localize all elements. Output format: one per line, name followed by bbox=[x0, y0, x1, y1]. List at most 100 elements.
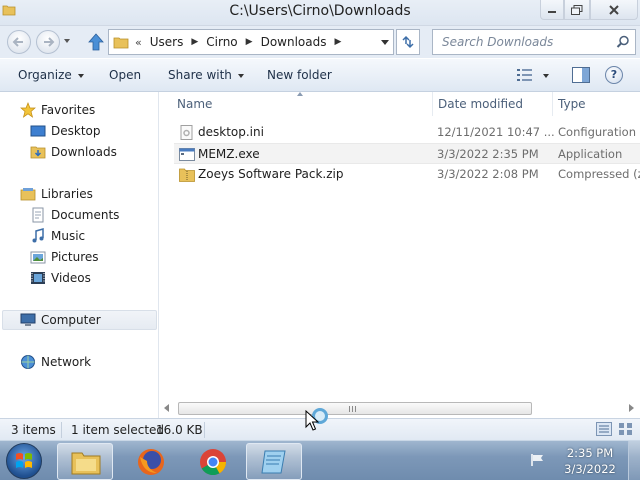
back-button[interactable] bbox=[7, 30, 31, 54]
column-date-modified[interactable]: Date modified bbox=[438, 97, 523, 111]
breadcrumb-overflow[interactable]: « bbox=[135, 36, 142, 49]
network-icon bbox=[21, 355, 35, 369]
nav-computer[interactable]: Computer bbox=[2, 310, 157, 330]
recent-pages-dropdown[interactable] bbox=[64, 39, 70, 43]
config-file-icon bbox=[180, 125, 193, 140]
taskbar-notepad[interactable] bbox=[246, 443, 302, 480]
taskbar-firefox[interactable] bbox=[122, 443, 178, 480]
nav-label: Documents bbox=[51, 208, 120, 222]
nav-label: Network bbox=[41, 355, 92, 369]
videos-icon bbox=[31, 272, 45, 284]
help-button[interactable]: ? bbox=[605, 66, 623, 84]
change-view-icon[interactable] bbox=[517, 68, 533, 82]
nav-music[interactable]: Music bbox=[0, 226, 157, 246]
action-center-flag-icon[interactable] bbox=[530, 453, 546, 467]
column-header: Name Date modified Type bbox=[160, 92, 640, 116]
search-input[interactable]: Search Downloads bbox=[432, 29, 636, 55]
details-view-icon[interactable] bbox=[596, 422, 612, 436]
nav-pictures[interactable]: Pictures bbox=[0, 247, 157, 267]
column-name[interactable]: Name bbox=[177, 97, 212, 111]
maximize-button[interactable] bbox=[564, 0, 590, 20]
taskbar-explorer[interactable] bbox=[57, 443, 113, 480]
file-list[interactable]: Name Date modified Type desktop.ini 12/1… bbox=[160, 92, 640, 418]
breadcrumb-separator-icon[interactable]: ▶ bbox=[246, 37, 253, 47]
nav-videos[interactable]: Videos bbox=[0, 268, 157, 288]
items-count: 3 items bbox=[11, 423, 56, 437]
large-icons-view-icon[interactable] bbox=[618, 422, 634, 436]
nav-label: Pictures bbox=[51, 250, 99, 264]
open-button[interactable]: Open bbox=[109, 68, 141, 82]
breadcrumb-downloads[interactable]: Downloads bbox=[261, 35, 327, 49]
nav-favorites[interactable]: Favorites bbox=[0, 100, 157, 120]
breadcrumb-cirno[interactable]: Cirno bbox=[206, 35, 237, 49]
refresh-icon bbox=[402, 35, 414, 49]
scroll-left-icon[interactable] bbox=[164, 404, 169, 412]
file-row[interactable]: desktop.ini 12/11/2021 10:47 ... Configu… bbox=[174, 122, 640, 143]
organize-menu[interactable]: Organize bbox=[18, 68, 84, 82]
forward-arrow-icon bbox=[44, 37, 55, 47]
nav-label: Favorites bbox=[41, 103, 96, 117]
star-icon bbox=[20, 102, 36, 118]
nav-label: Computer bbox=[41, 313, 101, 327]
organize-label: Organize bbox=[18, 68, 72, 82]
zip-folder-icon bbox=[179, 168, 195, 182]
close-icon bbox=[609, 4, 619, 15]
firefox-icon bbox=[138, 449, 164, 475]
breadcrumb-separator-icon[interactable]: ▶ bbox=[191, 37, 198, 47]
search-icon[interactable] bbox=[616, 35, 630, 49]
column-divider[interactable] bbox=[552, 92, 553, 116]
taskbar: 2:35 PM 3/3/2022 bbox=[0, 440, 640, 480]
taskbar-chrome[interactable] bbox=[184, 443, 240, 480]
nav-libraries[interactable]: Libraries bbox=[0, 184, 157, 204]
nav-downloads[interactable]: Downloads bbox=[0, 142, 157, 162]
file-type: Compressed (zi bbox=[558, 167, 640, 181]
system-clock[interactable]: 2:35 PM 3/3/2022 bbox=[560, 445, 620, 477]
file-row[interactable]: MEMZ.exe 3/3/2022 2:35 PM Application bbox=[174, 143, 640, 164]
file-date: 3/3/2022 2:35 PM bbox=[437, 147, 539, 161]
horizontal-scrollbar[interactable] bbox=[160, 400, 640, 417]
address-row: « Users ▶ Cirno ▶ Downloads ▶ Search Dow… bbox=[0, 26, 640, 58]
status-divider bbox=[61, 422, 62, 438]
restore-icon bbox=[571, 4, 583, 15]
start-button[interactable] bbox=[6, 443, 42, 479]
file-row[interactable]: Zoeys Software Pack.zip 3/3/2022 2:08 PM… bbox=[174, 164, 640, 185]
nav-label: Videos bbox=[51, 271, 91, 285]
column-divider[interactable] bbox=[432, 92, 433, 116]
sort-ascending-icon bbox=[297, 92, 303, 96]
caret-down-icon bbox=[237, 73, 244, 78]
title-bar[interactable]: C:\Users\Cirno\Downloads bbox=[0, 0, 640, 26]
grip-icon bbox=[349, 406, 357, 412]
notepad-icon bbox=[261, 450, 286, 474]
windows-logo-icon bbox=[16, 453, 32, 468]
share-with-menu[interactable]: Share with bbox=[168, 68, 244, 82]
preview-pane-icon[interactable] bbox=[572, 67, 590, 83]
minimize-button[interactable] bbox=[540, 0, 564, 20]
view-options-dropdown[interactable] bbox=[543, 74, 549, 78]
back-arrow-icon bbox=[12, 37, 23, 47]
scroll-right-icon[interactable] bbox=[629, 404, 634, 412]
column-type[interactable]: Type bbox=[558, 97, 586, 111]
new-folder-button[interactable]: New folder bbox=[267, 68, 332, 82]
address-bar[interactable]: « Users ▶ Cirno ▶ Downloads ▶ bbox=[108, 29, 394, 55]
refresh-button[interactable] bbox=[396, 29, 420, 55]
forward-button[interactable] bbox=[36, 30, 60, 54]
desktop-icon bbox=[30, 125, 46, 137]
scroll-thumb[interactable] bbox=[178, 402, 532, 415]
nav-network[interactable]: Network bbox=[0, 352, 157, 372]
computer-icon bbox=[20, 313, 36, 326]
close-button[interactable] bbox=[590, 0, 638, 20]
selected-count: 1 item selected bbox=[71, 423, 165, 437]
caret-down-icon bbox=[77, 73, 84, 78]
libraries-icon bbox=[20, 188, 36, 201]
documents-icon bbox=[32, 207, 44, 223]
up-arrow-icon[interactable] bbox=[86, 32, 106, 52]
nav-documents[interactable]: Documents bbox=[0, 205, 157, 225]
breadcrumb-users[interactable]: Users bbox=[150, 35, 184, 49]
nav-label: Music bbox=[51, 229, 86, 243]
breadcrumb-separator-icon[interactable]: ▶ bbox=[334, 37, 341, 47]
navigation-pane: Favorites Desktop Downloads Libraries Do… bbox=[0, 92, 159, 418]
nav-label: Desktop bbox=[51, 124, 101, 138]
address-history-dropdown[interactable] bbox=[381, 40, 389, 45]
show-desktop-button[interactable] bbox=[628, 441, 640, 480]
nav-desktop[interactable]: Desktop bbox=[0, 121, 157, 141]
